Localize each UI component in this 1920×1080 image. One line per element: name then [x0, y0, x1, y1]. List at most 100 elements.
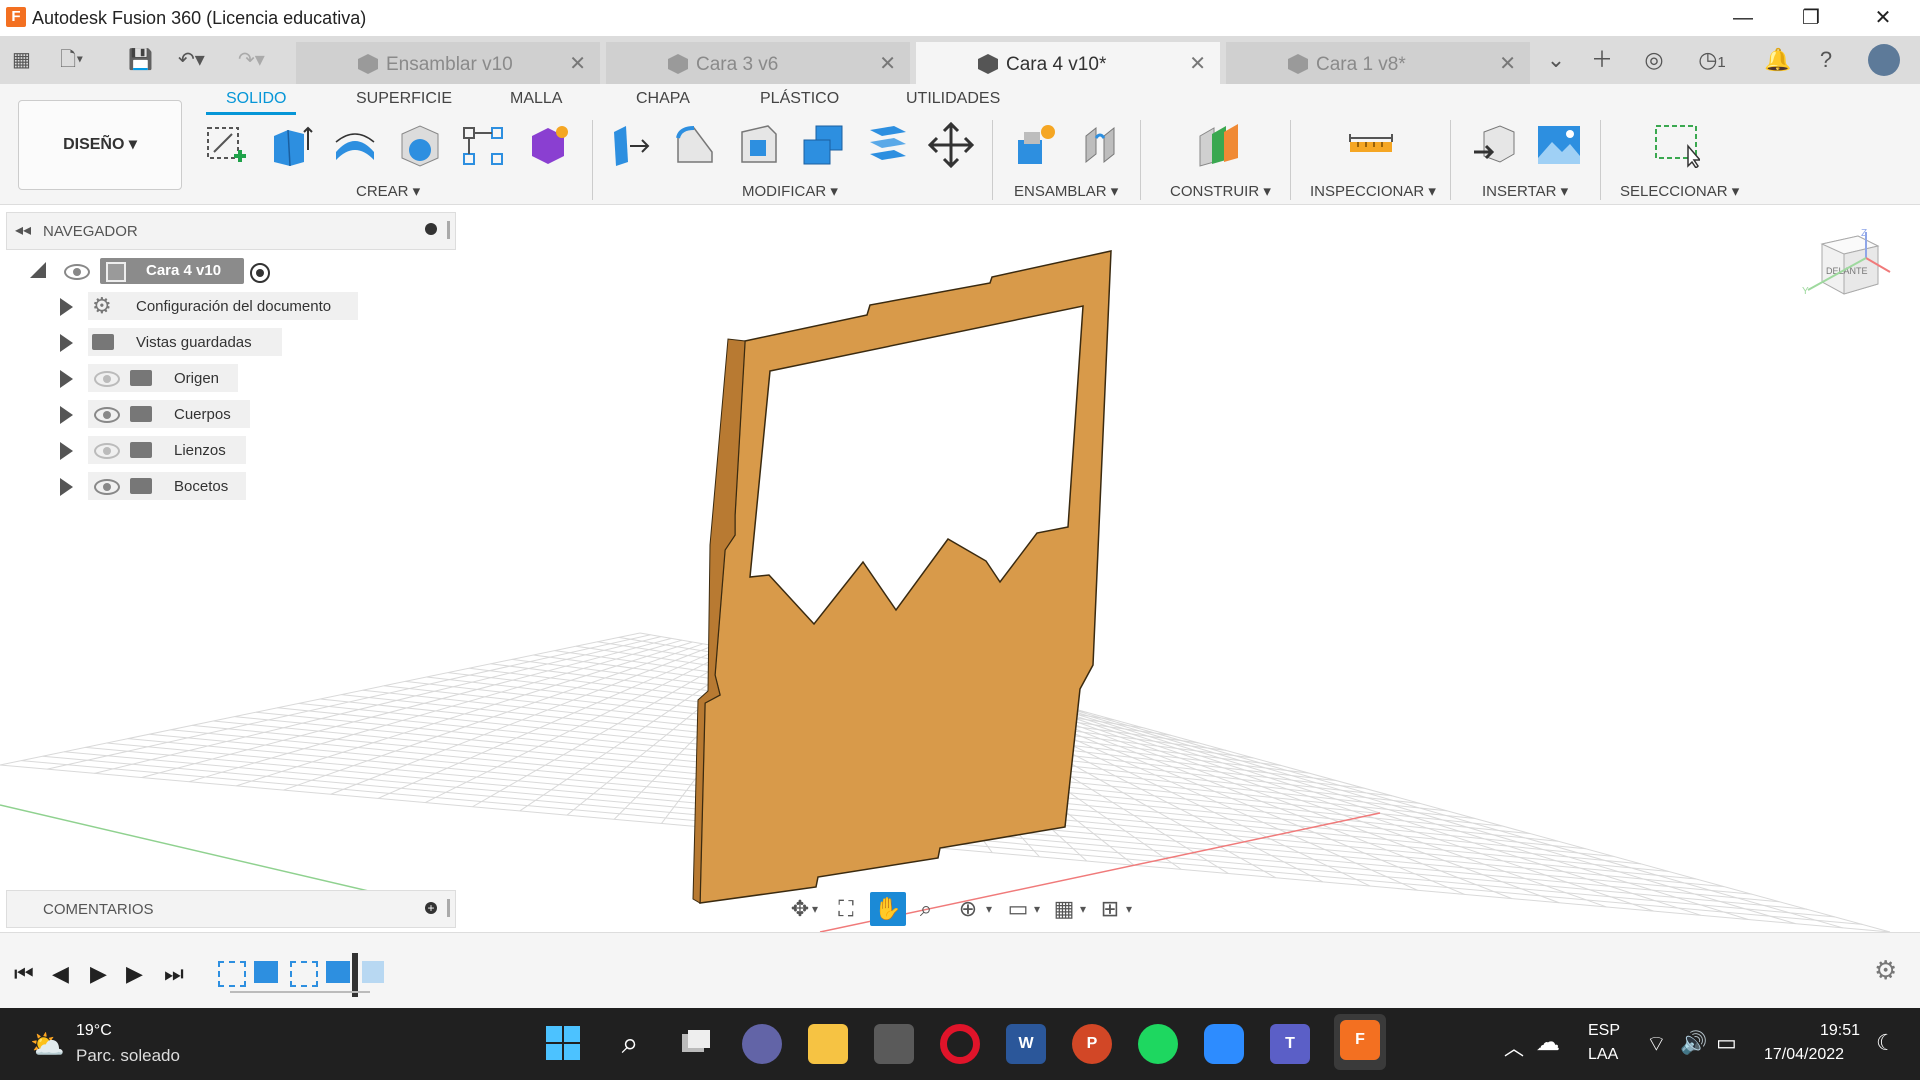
activate-radio-icon[interactable]	[250, 263, 270, 283]
data-panel-grid-icon[interactable]: ▦	[12, 44, 31, 76]
comments-drag-handle[interactable]	[447, 899, 450, 917]
extrude-icon[interactable]	[268, 122, 314, 168]
expand-arrow-icon[interactable]	[60, 334, 73, 352]
tree-item-cuerpos[interactable]: Cuerpos	[88, 400, 250, 428]
clock-date[interactable]: 17/04/2022	[1764, 1046, 1844, 1064]
timeline-feature-icon[interactable]	[362, 961, 384, 983]
timeline-extrude-icon[interactable]	[254, 961, 278, 983]
add-comment-icon[interactable]: +	[425, 902, 437, 914]
offset-plane-icon[interactable]	[1196, 122, 1242, 168]
powerpoint-icon[interactable]: P	[1072, 1024, 1112, 1064]
comments-panel-header[interactable]: COMENTARIOS +	[6, 890, 456, 928]
workspace-tab-chapa[interactable]: CHAPA	[636, 90, 690, 108]
job-status-icon[interactable]: ◷1	[1690, 44, 1734, 76]
new-tab-plus-icon[interactable]: ＋	[1586, 44, 1618, 76]
fit-dropdown-icon[interactable]: ▾	[980, 892, 998, 926]
step-forward-icon[interactable]: ▶	[126, 961, 143, 987]
language-top[interactable]: ESP	[1588, 1022, 1620, 1040]
tree-item-origen[interactable]: Origen	[88, 364, 238, 392]
undo-icon[interactable]: ↶▾	[178, 44, 205, 76]
clock-time[interactable]: 19:51	[1820, 1022, 1860, 1040]
chamfer-icon[interactable]	[736, 122, 782, 168]
collapse-double-arrow-icon[interactable]: ◂◂	[15, 220, 31, 240]
expand-arrow-icon[interactable]	[60, 298, 73, 316]
tree-item-lienzos[interactable]: Lienzos	[88, 436, 246, 464]
zoom-app-icon[interactable]	[1204, 1024, 1244, 1064]
go-to-end-icon[interactable]: ⏭	[164, 961, 184, 987]
offset-face-icon[interactable]	[864, 122, 910, 168]
weather-sun-cloud-icon[interactable]: ⛅	[30, 1028, 65, 1061]
pattern-icon[interactable]	[460, 122, 506, 168]
root-component-node[interactable]: Cara 4 v10	[100, 258, 244, 284]
create-sketch-icon[interactable]	[204, 122, 250, 168]
workspace-tab-plastico[interactable]: PLÁSTICO	[760, 90, 839, 108]
timeline-settings-gear-icon[interactable]: ⚙	[1874, 955, 1897, 986]
calculator-icon[interactable]	[874, 1024, 914, 1064]
teams-icon[interactable]: T	[1270, 1024, 1310, 1064]
fillet-icon[interactable]	[672, 122, 718, 168]
task-view-icon[interactable]	[676, 1024, 716, 1064]
create-form-icon[interactable]	[524, 122, 570, 168]
help-icon[interactable]: ?	[1810, 44, 1842, 76]
workspace-tab-solido[interactable]: SOLIDO	[226, 90, 286, 108]
workspace-switcher-button[interactable]: DISEÑO ▾	[18, 100, 182, 190]
joint-icon[interactable]	[1078, 122, 1124, 168]
group-insertar[interactable]: INSERTAR ▾	[1482, 182, 1568, 200]
combine-icon[interactable]	[800, 122, 846, 168]
group-seleccionar[interactable]: SELECCIONAR ▾	[1620, 182, 1739, 200]
file-explorer-icon[interactable]	[808, 1024, 848, 1064]
move-copy-icon[interactable]	[928, 122, 974, 168]
tab-cara-3[interactable]: Cara 3 v6 ✕	[606, 42, 910, 84]
look-at-icon[interactable]: ⛶	[828, 892, 864, 926]
tab-ensamblar[interactable]: Ensamblar v10 ✕	[296, 42, 600, 84]
display-dropdown-icon[interactable]: ▾	[1028, 892, 1046, 926]
volume-icon[interactable]: 🔊	[1680, 1030, 1707, 1056]
opera-browser-icon[interactable]	[940, 1024, 980, 1064]
pan-hand-icon[interactable]: ✋	[870, 892, 906, 926]
group-modificar[interactable]: MODIFICAR ▾	[742, 182, 838, 200]
root-collapse-arrow-icon[interactable]	[30, 262, 46, 278]
viewports-dropdown-icon[interactable]: ▾	[1120, 892, 1138, 926]
timeline-sketch-icon[interactable]	[218, 961, 246, 987]
redo-icon[interactable]: ↷▾	[238, 44, 265, 76]
save-icon[interactable]: 💾	[128, 44, 153, 76]
workspace-tab-superficie[interactable]: SUPERFICIE	[356, 90, 452, 108]
close-tab-icon[interactable]: ✕	[879, 51, 896, 76]
visibility-eye-icon[interactable]	[64, 264, 90, 280]
expand-arrow-icon[interactable]	[60, 406, 73, 424]
user-avatar[interactable]	[1868, 44, 1900, 76]
navigator-drag-handle[interactable]	[447, 221, 450, 239]
insert-derive-icon[interactable]	[1472, 122, 1518, 168]
minimize-button[interactable]: —	[1720, 4, 1766, 32]
visibility-eye-icon[interactable]	[94, 407, 120, 423]
file-menu-icon[interactable]: 🗋▾	[60, 44, 83, 76]
close-button[interactable]: ✕	[1860, 4, 1906, 32]
tab-overflow-chevron-icon[interactable]: ⌄	[1540, 44, 1572, 76]
extensions-icon[interactable]: ◎	[1638, 44, 1670, 76]
visibility-eye-icon[interactable]	[94, 479, 120, 495]
play-icon[interactable]: ▶	[90, 961, 107, 987]
viewcube[interactable]: DELANTE Z Y	[1800, 228, 1900, 314]
browser-navigator-header[interactable]: ◂◂ NAVEGADOR	[6, 212, 456, 250]
expand-arrow-icon[interactable]	[60, 478, 73, 496]
tab-cara-1[interactable]: Cara 1 v8* ✕	[1226, 42, 1530, 84]
group-inspeccionar[interactable]: INSPECCIONAR ▾	[1310, 182, 1436, 200]
start-windows-icon[interactable]	[544, 1024, 584, 1064]
visibility-hidden-eye-icon[interactable]	[94, 443, 120, 459]
maximize-button[interactable]: ❐	[1788, 4, 1834, 32]
close-tab-icon[interactable]: ✕	[569, 51, 586, 76]
go-to-start-icon[interactable]: ⏮	[14, 961, 34, 987]
group-ensamblar[interactable]: ENSAMBLAR ▾	[1014, 182, 1118, 200]
shell-icon[interactable]	[396, 122, 442, 168]
close-tab-icon[interactable]: ✕	[1499, 51, 1516, 76]
word-icon[interactable]: W	[1006, 1024, 1046, 1064]
close-tab-icon[interactable]: ✕	[1189, 51, 1206, 76]
weather-temp[interactable]: 19°C	[76, 1022, 112, 1040]
select-icon[interactable]	[1654, 122, 1700, 168]
wifi-icon[interactable]: ⌔	[1646, 1030, 1667, 1058]
tree-item-vistas-guardadas[interactable]: Vistas guardadas	[88, 328, 282, 356]
insert-canvas-icon[interactable]	[1536, 122, 1582, 168]
group-crear[interactable]: CREAR ▾	[356, 182, 420, 200]
zoom-icon[interactable]: ⌕	[908, 892, 944, 926]
visibility-hidden-eye-icon[interactable]	[94, 371, 120, 387]
